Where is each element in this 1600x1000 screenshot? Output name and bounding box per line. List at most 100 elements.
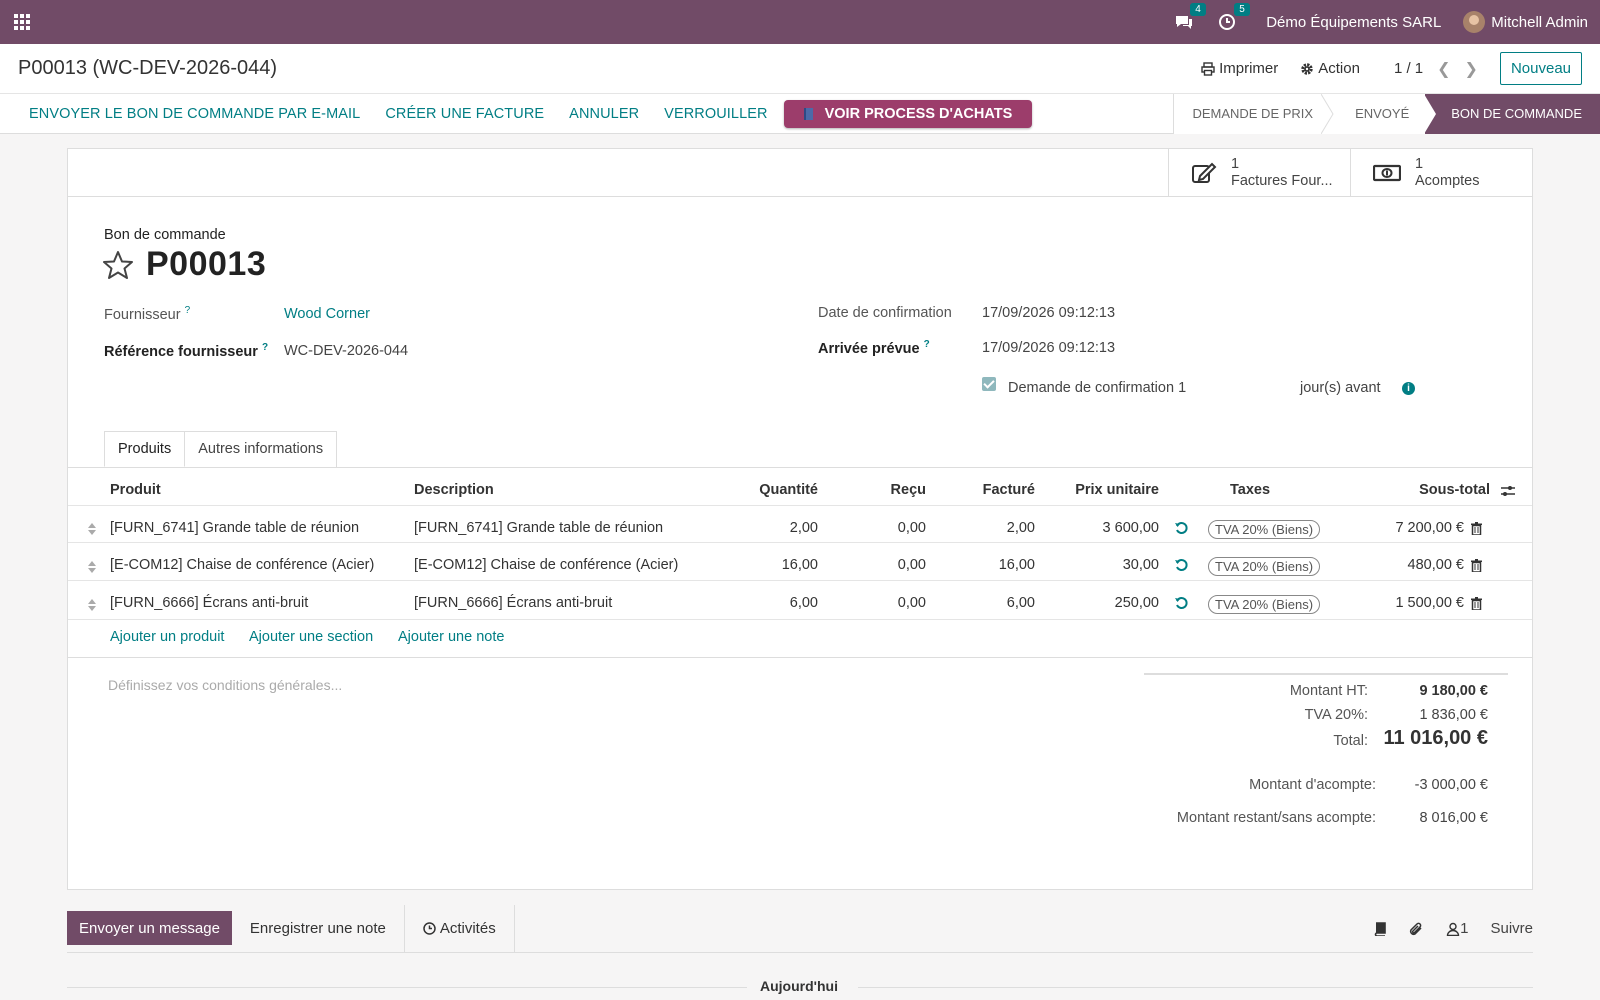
row-quantity[interactable]: 6,00 — [718, 595, 818, 611]
confirmation-date-label: Date de confirmation — [818, 305, 952, 321]
tab-products[interactable]: Produits — [104, 431, 186, 467]
vat-label: TVA 20%: — [1304, 707, 1368, 723]
send-po-email-button[interactable]: Envoyer le bon de commande par e-mail — [29, 106, 360, 122]
col-quantity[interactable]: Quantité — [718, 482, 818, 498]
stage-purchase-order-label: Bon de commande — [1451, 106, 1582, 121]
row-description[interactable]: [E-COM12] Chaise de conférence (Acier) — [414, 557, 678, 573]
tab-other-info[interactable]: Autres informations — [185, 431, 338, 467]
pager-next-icon[interactable]: ❯ — [1465, 59, 1478, 79]
user-menu[interactable]: Mitchell Admin — [1463, 11, 1588, 33]
ask-confirmation-days[interactable]: 1 — [1178, 380, 1186, 396]
drag-handle-icon[interactable] — [88, 523, 96, 535]
star-icon[interactable] — [102, 250, 134, 280]
ask-confirmation-checkbox[interactable] — [982, 377, 996, 391]
cancel-button[interactable]: Annuler — [569, 106, 639, 122]
col-subtotal[interactable]: Sous-total — [1368, 482, 1490, 498]
add-product-link[interactable]: Ajouter un produit — [110, 629, 224, 645]
log-note-button[interactable]: Enregistrer une note — [232, 905, 404, 952]
row-product[interactable]: [FURN_6666] Écrans anti-bruit — [110, 595, 308, 611]
col-product[interactable]: Produit — [110, 482, 161, 498]
vendor-bills-smart-button[interactable]: 1 Factures Four... — [1168, 149, 1350, 196]
row-received[interactable]: 0,00 — [848, 520, 926, 536]
action-label: Action — [1318, 60, 1360, 77]
stage-pipeline: Demande de prix Envoyé Bon de commande — [1173, 93, 1600, 134]
gear-icon — [1301, 62, 1313, 75]
vat-value: 1 836,00 € — [1419, 707, 1488, 723]
trash-icon[interactable] — [1471, 522, 1482, 535]
expected-arrival-field[interactable]: 17/09/2026 09:12:13 — [982, 340, 1115, 356]
col-taxes[interactable]: Taxes — [1230, 482, 1270, 498]
row-divider — [68, 619, 1532, 620]
send-message-button[interactable]: Envoyer un message — [67, 911, 232, 945]
lock-button[interactable]: Verrouiller — [664, 106, 767, 122]
activities-button[interactable]: 5 — [1218, 3, 1250, 31]
drag-handle-icon[interactable] — [88, 599, 96, 611]
stage-rfq[interactable]: Demande de prix — [1173, 93, 1334, 134]
drag-handle-icon[interactable] — [88, 561, 96, 573]
row-description[interactable]: [FURN_6741] Grande table de réunion — [414, 520, 663, 536]
messages-button[interactable]: 4 — [1174, 3, 1206, 31]
smart-button-box: 1 Factures Four... 1 Acomptes — [68, 149, 1532, 197]
reset-price-icon[interactable] — [1174, 596, 1188, 610]
followers-button[interactable]: 1 — [1446, 920, 1468, 937]
attachments-button[interactable] — [1408, 921, 1424, 937]
avatar — [1463, 11, 1486, 33]
row-quantity[interactable]: 16,00 — [718, 557, 818, 573]
row-unit-price[interactable]: 250,00 — [1058, 595, 1159, 611]
form-sheet: 1 Factures Four... 1 Acomptes Bon de comma… — [67, 148, 1533, 890]
down-payments-smart-button[interactable]: 1 Acomptes — [1350, 149, 1532, 196]
vendor-field[interactable]: Wood Corner — [284, 306, 370, 322]
activities-button[interactable]: Activités — [403, 905, 515, 952]
print-button[interactable]: Imprimer — [1201, 60, 1278, 77]
column-settings-icon[interactable] — [1500, 484, 1516, 498]
form-title-label: Bon de commande — [104, 227, 226, 243]
terms-input[interactable]: Définissez vos conditions générales... — [108, 677, 342, 693]
add-note-link[interactable]: Ajouter une note — [398, 629, 504, 645]
message-search-button[interactable] — [1373, 921, 1386, 936]
pager-value[interactable]: 1 / 1 — [1394, 60, 1423, 77]
reset-price-icon[interactable] — [1174, 558, 1188, 572]
stage-purchase-order[interactable]: Bon de commande — [1424, 93, 1600, 134]
action-button[interactable]: Action — [1300, 60, 1360, 77]
row-product[interactable]: [E-COM12] Chaise de conférence (Acier) — [110, 557, 374, 573]
today-divider-right — [858, 987, 1533, 988]
col-received[interactable]: Reçu — [848, 482, 926, 498]
printer-icon — [1201, 61, 1215, 76]
row-quantity[interactable]: 2,00 — [718, 520, 818, 536]
col-unit-price[interactable]: Prix unitaire — [1058, 482, 1159, 498]
clock-icon — [1219, 14, 1236, 30]
reset-price-icon[interactable] — [1174, 521, 1188, 535]
header-divider — [68, 505, 1532, 506]
total-value: 11 016,00 € — [1383, 727, 1488, 749]
row-description[interactable]: [FURN_6666] Écrans anti-bruit — [414, 595, 612, 611]
view-purchase-process-button[interactable]: VOIR PROCESS D'ACHATS — [783, 99, 1033, 128]
trash-icon[interactable] — [1471, 597, 1482, 610]
info-icon[interactable]: i — [1402, 382, 1415, 395]
row-unit-price[interactable]: 3 600,00 — [1058, 520, 1159, 536]
create-invoice-button[interactable]: Créer une facture — [385, 106, 544, 122]
tax-tag[interactable]: TVA 20% (Biens) — [1208, 520, 1321, 539]
col-description[interactable]: Description — [414, 482, 494, 498]
add-section-link[interactable]: Ajouter une section — [249, 629, 373, 645]
days-before-label: jour(s) avant — [1300, 380, 1381, 396]
row-product[interactable]: [FURN_6741] Grande table de réunion — [110, 520, 359, 536]
stage-sent[interactable]: Envoyé — [1329, 93, 1426, 134]
new-button[interactable]: Nouveau — [1499, 52, 1582, 85]
row-received[interactable]: 0,00 — [848, 557, 926, 573]
row-received[interactable]: 0,00 — [848, 595, 926, 611]
tax-tag[interactable]: TVA 20% (Biens) — [1208, 595, 1321, 614]
confirmation-date-field[interactable]: 17/09/2026 09:12:13 — [982, 305, 1115, 321]
follow-button[interactable]: Suivre — [1490, 920, 1533, 937]
trash-icon[interactable] — [1471, 559, 1482, 572]
pager-previous-icon[interactable]: ❮ — [1437, 59, 1450, 79]
top-navbar: 4 5 Démo Équipements SARL Mitchell Admin — [0, 0, 1600, 44]
vendor-reference-field[interactable]: WC-DEV-2026-044 — [284, 343, 408, 359]
col-invoiced[interactable]: Facturé — [948, 482, 1035, 498]
company-switcher[interactable]: Démo Équipements SARL — [1266, 14, 1441, 31]
totals-divider — [1144, 673, 1508, 675]
tax-tag[interactable]: TVA 20% (Biens) — [1208, 557, 1321, 576]
today-divider-left — [67, 987, 747, 988]
edit-icon — [1192, 162, 1217, 183]
row-unit-price[interactable]: 30,00 — [1058, 557, 1159, 573]
apps-menu-button[interactable] — [0, 0, 44, 44]
